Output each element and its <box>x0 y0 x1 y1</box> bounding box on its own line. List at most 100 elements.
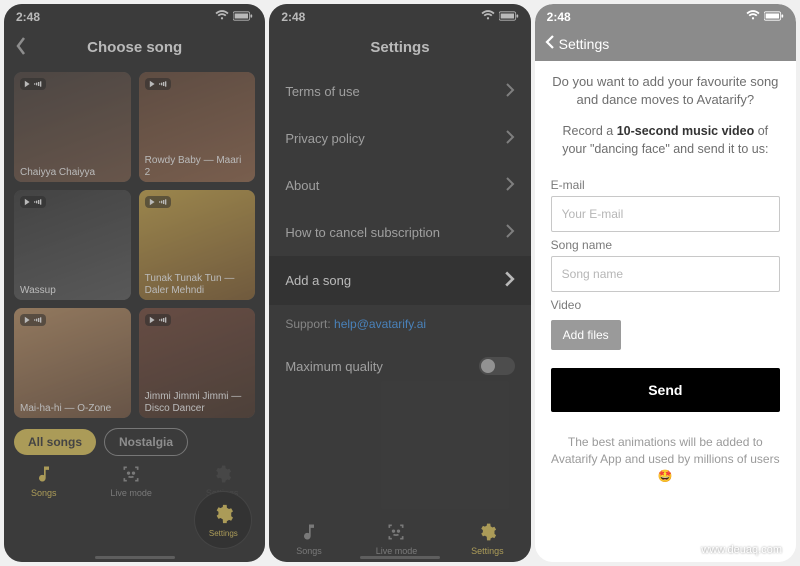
tab-label: Songs <box>296 546 322 556</box>
song-card[interactable]: Rowdy Baby — Maari 2 <box>139 72 256 182</box>
chevron-right-icon <box>505 176 515 195</box>
status-bar: 2:48 <box>535 4 796 30</box>
scan-face-icon <box>121 464 141 486</box>
form-content: Do you want to add your favourite song a… <box>535 61 796 562</box>
wifi-icon <box>746 10 760 24</box>
song-card[interactable]: Jimmi Jimmi Jimmi — Disco Dancer <box>139 308 256 418</box>
play-badge-icon <box>20 78 46 90</box>
row-label: Add a song <box>285 273 351 288</box>
song-card[interactable]: Mai-ha-hi — O-Zone <box>14 308 131 418</box>
song-name-input[interactable] <box>551 256 780 292</box>
gear-icon <box>212 503 234 527</box>
songs-grid: Chaiyya Chaiyya Rowdy Baby — Maari 2 Was… <box>4 64 265 418</box>
tab-label: Live mode <box>110 488 152 498</box>
row-add-song[interactable]: Add a song <box>269 256 530 305</box>
support-row: Support: help@avatarify.ai <box>269 305 530 343</box>
status-right <box>481 10 519 24</box>
battery-icon <box>233 10 253 24</box>
tab-live-mode[interactable]: Live mode <box>376 522 418 556</box>
back-label: Settings <box>559 36 610 52</box>
row-label: Terms of use <box>285 84 359 99</box>
top-bar: 2:48 Settings <box>535 4 796 61</box>
tab-label: Live mode <box>376 546 418 556</box>
row-terms[interactable]: Terms of use <box>269 68 530 115</box>
row-max-quality: Maximum quality <box>269 343 530 389</box>
chip-nostalgia[interactable]: Nostalgia <box>104 428 188 456</box>
email-label: E-mail <box>551 178 780 192</box>
screen-add-song-form: 2:48 Settings Do you want to add your fa… <box>535 4 796 562</box>
row-label: About <box>285 178 319 193</box>
send-button[interactable]: Send <box>551 368 780 412</box>
status-bar: 2:48 <box>269 4 530 30</box>
gear-icon <box>477 522 497 544</box>
play-badge-icon <box>145 78 171 90</box>
row-about[interactable]: About <box>269 162 530 209</box>
tab-songs[interactable]: Songs <box>31 464 57 498</box>
intro-text: Do you want to add your favourite song a… <box>551 73 780 109</box>
song-card[interactable]: Wassup <box>14 190 131 300</box>
song-caption: Wassup <box>20 285 125 297</box>
video-label: Video <box>551 298 780 312</box>
status-right <box>746 10 784 24</box>
email-input[interactable] <box>551 196 780 232</box>
scan-face-icon <box>386 522 406 544</box>
song-card[interactable]: Tunak Tunak Tun — Daler Mehndi <box>139 190 256 300</box>
chip-row: All songs Nostalgia <box>4 418 265 460</box>
wifi-icon <box>215 10 229 24</box>
settings-fab[interactable]: Settings <box>195 492 251 548</box>
music-note-icon <box>299 522 319 544</box>
row-privacy[interactable]: Privacy policy <box>269 115 530 162</box>
row-label: Maximum quality <box>285 359 383 374</box>
add-files-button[interactable]: Add files <box>551 320 621 350</box>
song-caption: Tunak Tunak Tun — Daler Mehndi <box>145 273 250 296</box>
song-caption: Jimmi Jimmi Jimmi — Disco Dancer <box>145 391 250 414</box>
play-badge-icon <box>145 314 171 326</box>
settings-list: Terms of use Privacy policy About How to… <box>269 64 530 389</box>
battery-icon <box>764 10 784 24</box>
status-bar: 2:48 <box>4 4 265 30</box>
header: Settings <box>269 30 530 64</box>
status-time: 2:48 <box>16 10 40 24</box>
song-caption: Rowdy Baby — Maari 2 <box>145 155 250 178</box>
chevron-right-icon <box>504 270 515 291</box>
row-label: Privacy policy <box>285 131 364 146</box>
gear-icon <box>212 464 232 486</box>
watermark: www.deuaq.com <box>701 544 782 556</box>
song-name-label: Song name <box>551 238 780 252</box>
home-indicator <box>95 556 175 559</box>
tab-songs[interactable]: Songs <box>296 522 322 556</box>
support-label: Support: <box>285 317 334 331</box>
play-badge-icon <box>20 314 46 326</box>
tab-label: Songs <box>31 488 57 498</box>
song-caption: Chaiyya Chaiyya <box>20 167 125 179</box>
tab-label: Settings <box>471 546 504 556</box>
wifi-icon <box>481 10 495 24</box>
play-badge-icon <box>145 196 171 208</box>
song-card[interactable]: Chaiyya Chaiyya <box>14 72 131 182</box>
page-title: Settings <box>370 39 429 56</box>
song-caption: Mai-ha-hi — O-Zone <box>20 403 125 415</box>
status-time: 2:48 <box>547 10 571 24</box>
tab-settings[interactable]: Settings <box>471 522 504 556</box>
footnote-text: The best animations will be added to Ava… <box>551 434 780 484</box>
back-button[interactable] <box>14 36 28 60</box>
status-time: 2:48 <box>281 10 305 24</box>
chevron-right-icon <box>505 129 515 148</box>
max-quality-toggle[interactable] <box>479 357 515 375</box>
chevron-right-icon <box>505 82 515 101</box>
support-email-link[interactable]: help@avatarify.ai <box>334 317 426 331</box>
status-right <box>215 10 253 24</box>
chip-all-songs[interactable]: All songs <box>14 429 96 455</box>
fab-label: Settings <box>209 529 238 538</box>
screen-choose-song: 2:48 Choose song Chaiyya Chaiyya Rowdy B… <box>4 4 265 562</box>
screen-settings: 2:48 Settings Terms of use Privacy polic… <box>269 4 530 562</box>
instructions-text: Record a 10-second music video of your "… <box>551 123 780 158</box>
tab-live-mode[interactable]: Live mode <box>110 464 152 498</box>
row-label: How to cancel subscription <box>285 225 440 240</box>
header: Choose song <box>4 30 265 64</box>
row-cancel-subscription[interactable]: How to cancel subscription <box>269 209 530 256</box>
chevron-left-icon <box>545 34 555 53</box>
chevron-right-icon <box>505 223 515 242</box>
back-row[interactable]: Settings <box>535 30 796 61</box>
music-note-icon <box>34 464 54 486</box>
